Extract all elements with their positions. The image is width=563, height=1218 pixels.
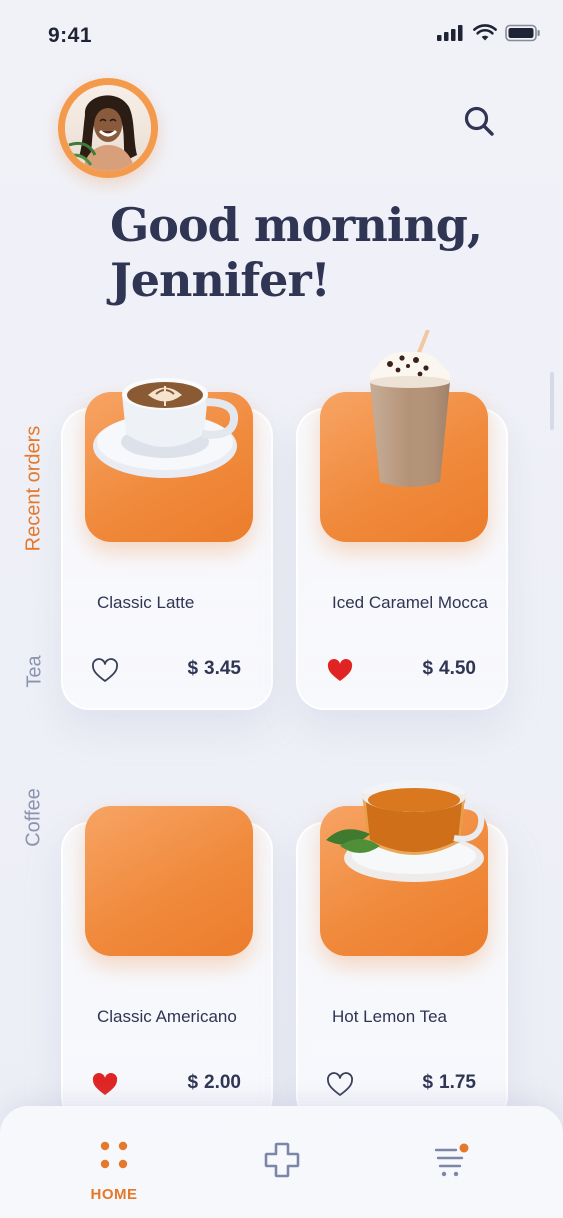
tab-coffee[interactable]: Coffee <box>23 775 46 861</box>
wifi-icon <box>473 24 497 41</box>
price-value: 4.50 <box>439 658 476 679</box>
search-button[interactable] <box>458 100 500 142</box>
price-currency: $ <box>187 1072 199 1093</box>
status-bar: 9:41 <box>0 0 563 70</box>
greeting-line-2: Jennifer! <box>110 253 331 307</box>
heart-filled-icon[interactable] <box>91 1072 119 1098</box>
heart-outline-icon[interactable] <box>326 1072 354 1098</box>
tab-tea[interactable]: Tea <box>24 632 47 712</box>
price-value: 1.75 <box>439 1072 476 1093</box>
cellular-signal-icon <box>437 25 463 41</box>
status-time: 9:41 <box>48 24 93 47</box>
nav-cart[interactable] <box>432 1140 472 1180</box>
product-image-background <box>320 806 488 956</box>
cart-icon <box>434 1143 469 1177</box>
product-price: $4.50 <box>422 658 476 680</box>
avatar[interactable] <box>58 78 158 178</box>
product-card[interactable]: Classic Latte $3.45 <box>61 392 273 710</box>
product-card[interactable]: Hot Lemon Tea $1.75 <box>296 806 508 1124</box>
product-price: $1.75 <box>422 1072 476 1094</box>
product-price: $3.45 <box>187 658 241 680</box>
product-name: Hot Lemon Tea <box>332 1007 447 1026</box>
product-name: Classic Americano <box>97 1007 237 1026</box>
product-name: Classic Latte <box>97 593 195 612</box>
home-icon <box>100 1141 128 1169</box>
product-image-background <box>320 392 488 542</box>
price-value: 3.45 <box>204 658 241 679</box>
product-card[interactable]: Iced Caramel Mocca $4.50 <box>296 392 508 710</box>
product-price: $2.00 <box>187 1072 241 1094</box>
product-image-background <box>85 392 253 542</box>
price-currency: $ <box>187 658 199 679</box>
product-image-background <box>85 806 253 956</box>
tab-recent-orders[interactable]: Recent orders <box>23 424 46 554</box>
heart-filled-icon[interactable] <box>326 658 354 684</box>
price-currency: $ <box>422 1072 434 1093</box>
greeting-heading: Good morning, Jennifer! <box>110 198 530 308</box>
price-value: 2.00 <box>204 1072 241 1093</box>
battery-icon <box>505 24 540 42</box>
nav-home[interactable]: HOME <box>76 1138 152 1203</box>
heart-outline-icon[interactable] <box>91 658 119 684</box>
search-icon <box>464 106 494 136</box>
nav-add[interactable] <box>262 1140 302 1180</box>
status-icons <box>437 24 541 42</box>
product-name: Iced Caramel Mocca <box>332 593 488 612</box>
price-currency: $ <box>422 658 434 679</box>
add-icon <box>264 1142 300 1178</box>
bottom-nav: HOME <box>0 1106 563 1218</box>
scrollbar[interactable] <box>550 372 554 430</box>
nav-home-label: HOME <box>90 1186 138 1203</box>
greeting-line-1: Good morning, <box>110 198 483 252</box>
user-avatar-photo <box>65 85 151 171</box>
product-card[interactable]: Classic Americano $2.00 <box>61 806 273 1124</box>
